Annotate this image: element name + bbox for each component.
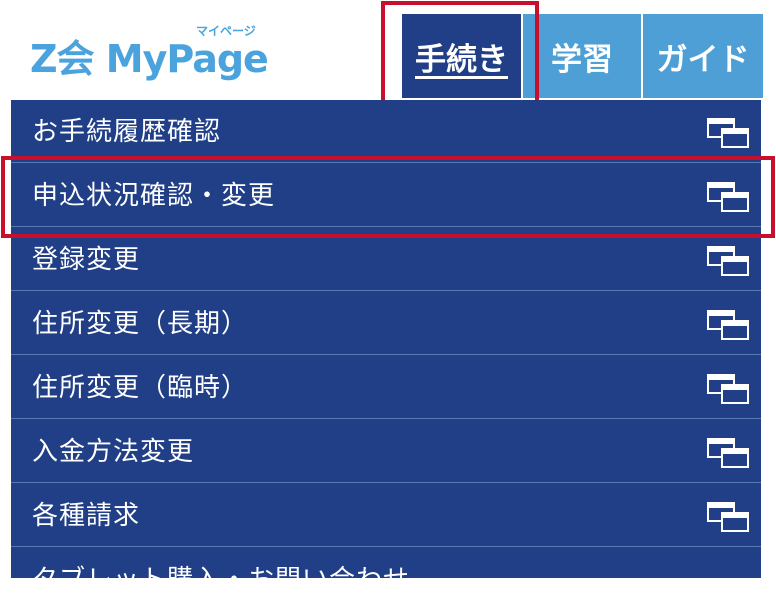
menu-item-tablet[interactable]: タブレット購入・お問い合わせ (11, 548, 761, 611)
menu-item-label: タブレット購入・お問い合わせ (32, 565, 411, 595)
tab-study-label: 学習 (551, 41, 613, 78)
new-window-icon (707, 182, 749, 212)
menu-item-label: 申込状況確認・変更 (32, 181, 276, 211)
new-window-icon (707, 438, 749, 468)
menu-item-label: 住所変更（長期） (32, 309, 249, 339)
menu-item-application-status[interactable]: 申込状況確認・変更 (11, 164, 761, 227)
tab-procedures[interactable]: 手続き (402, 14, 521, 98)
tab-guide[interactable]: ガイド (643, 14, 763, 98)
tab-procedures-label: 手続き (415, 41, 508, 78)
menu-item-label: 住所変更（臨時） (32, 373, 249, 403)
procedure-menu: お手続履歴確認 申込状況確認・変更 登録変更 住所変更（長期） 住所変更（臨時）… (11, 100, 761, 595)
menu-item-label: 入金方法変更 (32, 437, 195, 467)
menu-item-address-change-long[interactable]: 住所変更（長期） (11, 292, 761, 355)
menu-item-registration-change[interactable]: 登録変更 (11, 228, 761, 291)
new-window-icon (707, 502, 749, 532)
logo[interactable]: Z会 MyPage マイページ (30, 22, 280, 82)
new-window-icon (707, 310, 749, 340)
menu-item-label: 登録変更 (32, 245, 141, 275)
new-window-icon (707, 374, 749, 404)
tab-guide-label: ガイド (656, 41, 750, 78)
menu-item-payment-method[interactable]: 入金方法変更 (11, 420, 761, 483)
new-window-icon (707, 246, 749, 276)
new-window-icon (707, 118, 749, 148)
menu-item-requests[interactable]: 各種請求 (11, 484, 761, 547)
menu-item-label: 各種請求 (32, 501, 141, 531)
menu-item-address-change-temp[interactable]: 住所変更（臨時） (11, 356, 761, 419)
menu-item-label: お手続履歴確認 (32, 117, 222, 147)
logo-subtext: マイページ (196, 24, 256, 38)
tab-study[interactable]: 学習 (523, 14, 641, 98)
menu-item-history[interactable]: お手続履歴確認 (11, 100, 761, 163)
